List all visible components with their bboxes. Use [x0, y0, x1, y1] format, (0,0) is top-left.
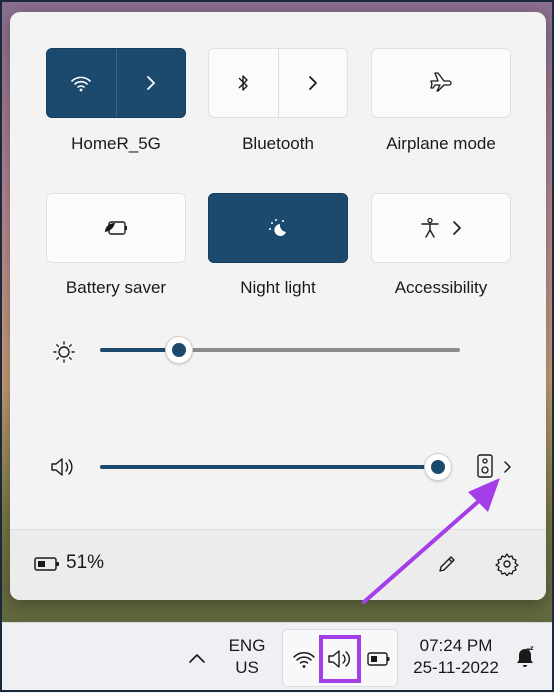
audio-output-expand-button[interactable] — [500, 456, 516, 478]
speaker-icon[interactable] — [48, 453, 78, 481]
quick-settings-footer: 51% — [10, 529, 546, 600]
clock-date: 25-11-2022 — [413, 658, 499, 677]
battery-saver-label: Battery saver — [65, 278, 167, 297]
chevron-right-icon — [503, 459, 513, 475]
battery-icon — [365, 647, 393, 671]
accessibility-icon — [420, 217, 440, 239]
night-light-label: Night light — [240, 278, 316, 297]
chevron-up-icon — [188, 652, 206, 664]
chevron-right-icon — [307, 74, 319, 92]
bluetooth-expand-button[interactable] — [279, 49, 348, 117]
edit-quick-settings-button[interactable] — [433, 550, 461, 578]
speaker-icon[interactable] — [327, 649, 353, 669]
accessibility-tile[interactable] — [371, 193, 511, 263]
chevron-right-icon — [145, 74, 157, 92]
brightness-slider[interactable] — [100, 337, 460, 363]
wifi-expand-button[interactable] — [117, 49, 186, 117]
wifi-tile[interactable] — [46, 48, 186, 118]
bluetooth-toggle[interactable] — [209, 49, 278, 117]
brightness-slider-thumb[interactable] — [166, 337, 193, 363]
language-code: ENG — [228, 636, 266, 655]
volume-highlight-box — [319, 635, 361, 683]
wifi-icon — [70, 74, 92, 92]
battery-icon — [32, 552, 62, 576]
battery-percentage[interactable]: 51% — [66, 552, 104, 574]
battery-saver-tile[interactable] — [46, 193, 186, 263]
bell-snooze-icon: zz — [513, 644, 537, 670]
audio-output-button[interactable] — [472, 452, 498, 480]
wifi-label: HomeR_5G — [71, 134, 161, 153]
speaker-device-icon — [476, 454, 494, 478]
volume-slider-fill — [100, 465, 438, 469]
taskbar: ENG US 07:24 PM 25-11-2022 zz — [0, 622, 554, 693]
accessibility-label: Accessibility — [394, 278, 488, 297]
volume-slider[interactable] — [100, 454, 451, 480]
clock-time: 07:24 PM — [419, 636, 493, 655]
bluetooth-label: Bluetooth — [242, 134, 314, 153]
chevron-right-icon — [452, 220, 462, 236]
language-indicator[interactable]: ENG US — [222, 635, 272, 679]
wifi-icon — [291, 646, 317, 672]
settings-button[interactable] — [493, 550, 521, 578]
airplane-icon — [429, 72, 453, 94]
bluetooth-tile[interactable] — [208, 48, 348, 118]
quick-settings-panel: HomeR_5G Bluetooth Airplane mode Battery… — [10, 12, 546, 600]
battery-saver-icon — [103, 220, 129, 236]
notification-center-button[interactable]: zz — [512, 643, 538, 671]
bluetooth-icon — [236, 73, 250, 93]
pencil-icon — [436, 553, 458, 575]
clock[interactable]: 07:24 PM 25-11-2022 — [408, 635, 504, 679]
night-light-icon — [266, 217, 290, 239]
system-tray-group[interactable] — [282, 629, 398, 687]
svg-text:z: z — [530, 645, 534, 652]
gear-icon — [495, 552, 519, 576]
night-light-tile[interactable] — [208, 193, 348, 263]
region-code: US — [235, 658, 259, 677]
show-hidden-icons-button[interactable] — [184, 645, 210, 671]
wifi-toggle[interactable] — [47, 49, 116, 117]
brightness-icon — [50, 338, 78, 366]
airplane-mode-label: Airplane mode — [386, 134, 496, 153]
airplane-mode-tile[interactable] — [371, 48, 511, 118]
volume-slider-thumb[interactable] — [424, 454, 451, 480]
